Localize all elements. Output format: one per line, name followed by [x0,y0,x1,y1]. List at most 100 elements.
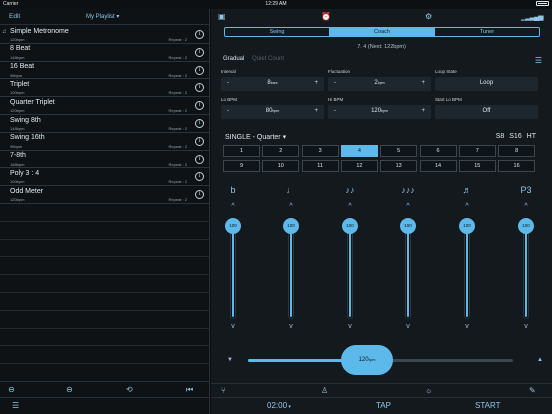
hi-bpm-plus-button[interactable]: + [421,108,425,114]
chevron-up-icon[interactable]: ^ [457,203,477,210]
beat-cell[interactable]: 3 [301,145,339,157]
slider-knob[interactable]: 100 [283,218,299,234]
volume-slider[interactable]: ^ 100 v [223,203,243,337]
start-lo-bpm-button[interactable]: Off [435,105,538,119]
info-icon[interactable]: i [195,136,204,146]
tuning-fork-icon[interactable]: ⑂ [221,386,226,395]
tap-button[interactable]: TAP [376,401,391,410]
playlist-item[interactable]: Quarter Triplet 120bpm Repeat : 2 i [0,97,210,115]
chevron-down-icon[interactable]: v [516,323,536,330]
tempo-up-icon[interactable]: ▲ [537,357,543,363]
repeat-circle-icon[interactable]: ⊖ [66,385,73,394]
tab-coach[interactable]: Coach [330,28,435,36]
chevron-up-icon[interactable]: ^ [398,203,418,210]
beat-cell[interactable]: 9 [223,160,260,172]
note-icon[interactable]: P3 [516,185,536,195]
interval-plus-button[interactable]: + [314,80,318,86]
note-icon[interactable]: ♬ [457,185,477,195]
beat-cell[interactable]: 8 [498,145,536,157]
lo-bpm-plus-button[interactable]: + [314,108,318,114]
playlist-item[interactable]: Odd Meter 120bpm Repeat : 2 i [0,186,210,204]
person-icon[interactable]: ♙ [321,386,328,395]
settings-list-icon[interactable]: ☰ [12,401,19,410]
volume-slider[interactable]: ^ 100 v [340,203,360,337]
playlist-item[interactable]: 8 Beat 148bpm Repeat : 2 i [0,44,210,62]
slider-track[interactable] [347,219,353,319]
playlist-item[interactable]: Swing 8th 148bpm Repeat : 2 i [0,115,210,133]
chevron-down-icon[interactable]: v [281,323,301,330]
note-icon[interactable]: ♪♪ [340,185,360,195]
info-icon[interactable]: i [195,47,204,57]
playlist-item[interactable]: Swing 16th 96bpm Repeat : 2 i [0,133,210,151]
chevron-up-icon[interactable]: ^ [223,203,243,210]
volume-slider[interactable]: ^ 100 v [398,203,418,337]
playlist-item[interactable]: Poly 3 : 4 100bpm Repeat : 2 i [0,168,210,187]
info-icon[interactable]: i [195,101,204,111]
beat-cell[interactable]: 10 [262,160,300,172]
chevron-down-icon[interactable]: v [398,323,418,330]
beat-cell[interactable]: 7 [458,145,496,157]
slider-knob[interactable]: 100 [225,218,241,234]
info-icon[interactable]: i [195,172,204,182]
chevron-down-icon[interactable]: v [340,323,360,330]
loop-icon[interactable]: ⟲ [126,385,133,394]
info-icon[interactable]: i [195,154,204,164]
playlist-selector[interactable]: My Playlist ▾ [86,13,119,20]
skip-back-icon[interactable]: ⏮ [186,385,193,395]
chevron-up-icon[interactable]: ^ [340,203,360,210]
tempo-down-icon[interactable]: ▼ [227,357,233,363]
beat-cell[interactable]: 15 [458,160,496,172]
slider-track[interactable] [288,219,294,319]
gear-icon[interactable]: ⚙ [425,12,432,21]
slider-track[interactable] [523,219,529,319]
note-icon[interactable]: b [223,185,243,195]
note-icon[interactable]: ♩ [281,185,301,195]
info-icon[interactable]: i [195,83,204,93]
chevron-down-icon[interactable]: v [223,323,243,330]
playlist-item[interactable]: 16 Beat 96bpm Repeat : 2 i [0,62,210,80]
brightness-icon[interactable]: ☼ [425,386,432,395]
slider-knob[interactable]: 100 [518,218,534,234]
beat-cell[interactable]: 13 [380,160,418,172]
volume-slider[interactable]: ^ 100 v [516,203,536,337]
tempo-knob[interactable]: 120bpm [341,345,393,375]
playlist-item[interactable]: Triplet 100bpm Repeat : 2 i [0,79,210,98]
info-icon[interactable]: i [195,119,204,128]
tab-swing[interactable]: Swing [225,28,330,36]
beat-cell[interactable]: 4 [340,145,378,157]
tab-quiet-count[interactable]: Quiet Count [252,56,284,62]
beat-cell[interactable]: 12 [340,160,378,172]
metronome-icon[interactable]: ⏰ [321,12,331,21]
edit-button[interactable]: Edit [9,13,20,20]
chevron-up-icon[interactable]: ^ [281,203,301,210]
loop-state-button[interactable]: Loop [435,77,538,91]
volume-slider[interactable]: ^ 100 v [457,203,477,337]
beat-cell[interactable]: 2 [262,145,300,157]
beat-cell[interactable]: 6 [419,145,457,157]
beat-cell[interactable]: 1 [223,145,260,157]
playlist-item[interactable]: 7-8th 168bpm Repeat : 2 i [0,151,210,169]
slider-track[interactable] [405,219,411,319]
note-icon[interactable]: ♪♪♪ [398,185,418,195]
fluctuation-plus-button[interactable]: + [421,80,425,86]
slider-track[interactable] [230,219,236,319]
remove-circle-icon[interactable]: ⊖ [8,385,15,394]
beat-cell[interactable]: 11 [301,160,339,172]
slider-knob[interactable]: 100 [342,218,358,234]
list-icon[interactable]: ☰ [535,56,542,65]
tab-tuner[interactable]: Tuner [435,28,539,36]
beat-cell[interactable]: 16 [498,160,536,172]
timer-button[interactable]: 02:00 ▾ [267,401,291,410]
beat-type-selector[interactable]: SINGLE - Quarter ▾ [225,133,286,141]
beat-cell[interactable]: 14 [419,160,457,172]
info-icon[interactable]: i [195,65,204,75]
slider-knob[interactable]: 100 [459,218,475,234]
slider-track[interactable] [464,219,470,319]
volume-slider[interactable]: ^ 100 v [281,203,301,337]
tab-gradual[interactable]: Gradual [223,56,244,62]
info-icon[interactable]: i [195,190,204,200]
save-icon[interactable]: ▣ [218,12,226,21]
info-icon[interactable]: i [195,30,204,39]
chevron-down-icon[interactable]: v [457,323,477,330]
slider-knob[interactable]: 100 [400,218,416,234]
